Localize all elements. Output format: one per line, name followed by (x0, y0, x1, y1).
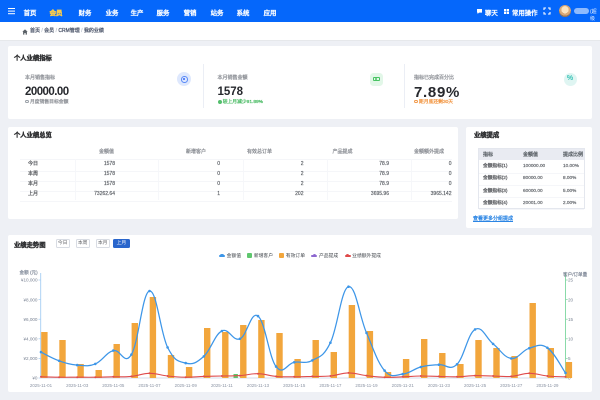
svg-text:2025-11-17: 2025-11-17 (319, 383, 342, 388)
svg-text:25: 25 (568, 278, 574, 283)
svg-text:20: 20 (568, 297, 574, 302)
svg-text:客户/订单量: 客户/订单量 (563, 271, 588, 278)
svg-text:2025-11-05: 2025-11-05 (102, 383, 125, 388)
svg-text:2025-11-07: 2025-11-07 (138, 383, 161, 388)
svg-text:2025-11-27: 2025-11-27 (500, 383, 523, 388)
svg-text:¥0: ¥0 (32, 376, 38, 381)
svg-text:¥6,000: ¥6,000 (23, 317, 37, 322)
svg-text:5: 5 (568, 356, 571, 361)
svg-text:2025-11-13: 2025-11-13 (247, 383, 270, 388)
svg-text:2025-11-23: 2025-11-23 (428, 383, 451, 388)
svg-text:2025-11-01: 2025-11-01 (30, 383, 53, 388)
svg-text:金额 (元): 金额 (元) (20, 269, 39, 276)
svg-text:¥10,000: ¥10,000 (21, 278, 38, 283)
svg-text:¥4,000: ¥4,000 (23, 337, 37, 342)
svg-text:2025-11-19: 2025-11-19 (355, 383, 378, 388)
svg-text:2025-11-03: 2025-11-03 (66, 383, 89, 388)
svg-text:2025-11-29: 2025-11-29 (536, 383, 559, 388)
svg-text:2025-11-15: 2025-11-15 (283, 383, 306, 388)
svg-text:¥8,000: ¥8,000 (23, 297, 37, 302)
svg-text:15: 15 (568, 317, 574, 322)
svg-text:¥2,000: ¥2,000 (23, 356, 37, 361)
svg-text:10: 10 (568, 337, 574, 342)
svg-text:2025-11-25: 2025-11-25 (464, 383, 487, 388)
svg-text:2025-11-11: 2025-11-11 (211, 383, 233, 388)
svg-text:2025-11-21: 2025-11-21 (392, 383, 415, 388)
svg-text:2025-11-09: 2025-11-09 (175, 383, 198, 388)
